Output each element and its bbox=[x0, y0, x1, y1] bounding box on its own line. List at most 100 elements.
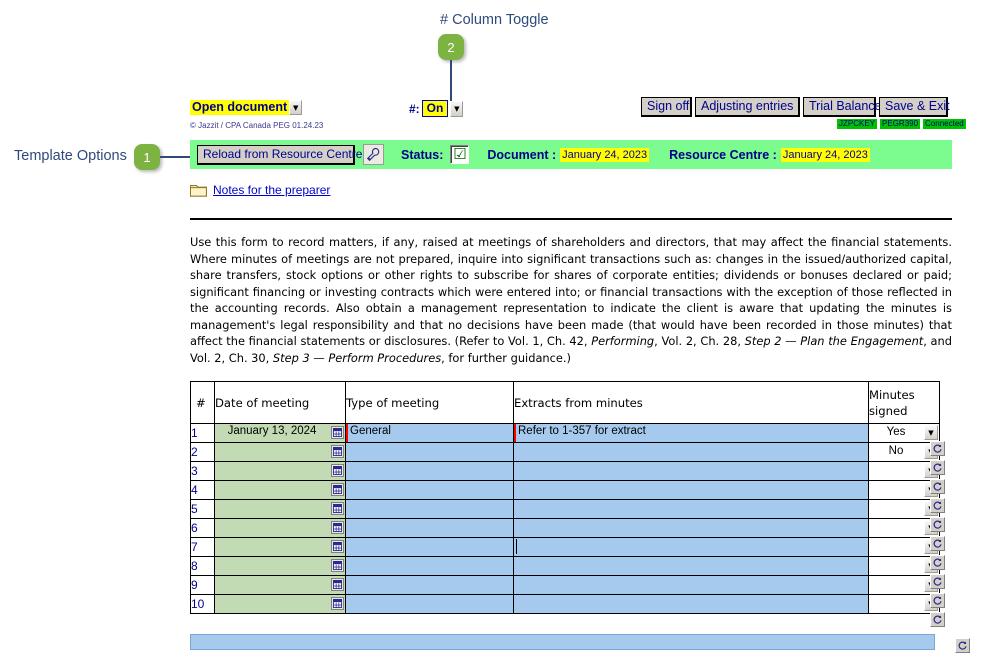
annotation-badge-1: 1 bbox=[134, 144, 160, 170]
row-refresh-button[interactable] bbox=[930, 555, 945, 570]
row-refresh-button[interactable] bbox=[930, 612, 945, 627]
hash-column-toggle[interactable]: #: On ▼ bbox=[409, 100, 464, 117]
minutes-signed-cell[interactable]: ▼ bbox=[868, 518, 940, 538]
type-of-meeting-cell[interactable]: General bbox=[345, 423, 514, 443]
table-row: 4▼ bbox=[190, 480, 940, 500]
extracts-value: Refer to 1-357 for extract bbox=[518, 425, 646, 437]
minutes-signed-cell[interactable]: ▼ bbox=[868, 499, 940, 519]
extracts-cell[interactable] bbox=[513, 537, 869, 557]
extracts-cell[interactable] bbox=[513, 575, 869, 595]
date-of-meeting-cell[interactable] bbox=[214, 518, 346, 538]
adjusting-entries-button[interactable]: Adjusting entries bbox=[695, 97, 800, 117]
chevron-down-icon[interactable]: ▼ bbox=[289, 100, 303, 115]
sign-off-button[interactable]: Sign off bbox=[641, 97, 692, 117]
template-options-bar: Reload from Resource Centre Status: ☑ Do… bbox=[190, 140, 952, 169]
wrench-icon[interactable] bbox=[363, 144, 384, 165]
reload-from-resource-centre-button[interactable]: Reload from Resource Centre bbox=[197, 144, 362, 165]
row-refresh-button[interactable] bbox=[930, 517, 945, 532]
col-header-number: # bbox=[190, 381, 215, 424]
type-of-meeting-cell[interactable] bbox=[345, 480, 514, 500]
row-number-cell: 1 bbox=[190, 423, 215, 443]
hash-toggle-value[interactable]: On bbox=[421, 100, 449, 117]
open-document-dropdown[interactable]: Open document ▼ bbox=[190, 100, 303, 115]
extracts-cell[interactable] bbox=[513, 556, 869, 576]
row-refresh-button[interactable] bbox=[930, 536, 945, 551]
date-of-meeting-cell[interactable] bbox=[214, 575, 346, 595]
minutes-signed-cell[interactable]: No▼ bbox=[868, 442, 940, 462]
type-of-meeting-cell[interactable] bbox=[345, 442, 514, 462]
date-of-meeting-cell[interactable] bbox=[214, 442, 346, 462]
row-refresh-button[interactable] bbox=[930, 593, 945, 608]
row-refresh-button[interactable] bbox=[930, 460, 945, 475]
date-of-meeting-cell[interactable] bbox=[214, 480, 346, 500]
type-of-meeting-cell[interactable] bbox=[345, 575, 514, 595]
save-exit-button[interactable]: Save & Exit bbox=[879, 97, 950, 117]
calendar-icon[interactable] bbox=[331, 578, 344, 591]
minutes-signed-cell[interactable]: Yes ▼ bbox=[868, 423, 940, 443]
calendar-icon[interactable] bbox=[331, 464, 344, 477]
type-of-meeting-cell[interactable] bbox=[345, 556, 514, 576]
table-row: 2 No▼ bbox=[190, 442, 940, 462]
type-value: General bbox=[350, 425, 391, 437]
resource-centre-date-value: January 24, 2023 bbox=[780, 147, 870, 162]
row-refresh-button[interactable] bbox=[930, 479, 945, 494]
calendar-icon[interactable] bbox=[331, 426, 344, 439]
calendar-icon[interactable] bbox=[331, 483, 344, 496]
minutes-signed-cell[interactable]: ▼ bbox=[868, 461, 940, 481]
table-row: 5▼ bbox=[190, 499, 940, 519]
calendar-icon[interactable] bbox=[331, 540, 344, 553]
date-of-meeting-cell[interactable]: January 13, 2024 bbox=[214, 423, 346, 443]
date-of-meeting-cell[interactable] bbox=[214, 594, 346, 614]
status-checkbox[interactable]: ☑ bbox=[450, 145, 470, 164]
folder-icon bbox=[190, 183, 207, 197]
date-of-meeting-cell[interactable] bbox=[214, 537, 346, 557]
trial-balance-button[interactable]: Trial Balance bbox=[803, 97, 882, 117]
row-refresh-button[interactable] bbox=[930, 498, 945, 513]
row-number-cell: 7 bbox=[190, 537, 215, 557]
document-date-value: January 24, 2023 bbox=[560, 147, 650, 162]
minutes-signed-cell[interactable]: ▼ bbox=[868, 594, 940, 614]
minutes-signed-cell[interactable]: ▼ bbox=[868, 575, 940, 595]
calendar-icon[interactable] bbox=[331, 597, 344, 610]
calendar-icon[interactable] bbox=[331, 521, 344, 534]
row-refresh-button[interactable] bbox=[930, 574, 945, 589]
resource-centre-date-label: Resource Centre : bbox=[669, 147, 777, 162]
calendar-icon[interactable] bbox=[331, 445, 344, 458]
minutes-signed-cell[interactable]: ▼ bbox=[868, 556, 940, 576]
date-of-meeting-cell[interactable] bbox=[214, 461, 346, 481]
calendar-icon[interactable] bbox=[331, 559, 344, 572]
document-date-label: Document : bbox=[487, 147, 557, 162]
minutes-table: # Date of meeting Type of meeting Extrac… bbox=[190, 381, 940, 614]
type-of-meeting-cell[interactable] bbox=[345, 537, 514, 557]
instructions-paragraph: Use this form to record matters, if any,… bbox=[190, 235, 952, 365]
col-header-extracts: Extracts from minutes bbox=[513, 381, 869, 424]
type-of-meeting-cell[interactable] bbox=[345, 461, 514, 481]
row-number-cell: 2 bbox=[190, 442, 215, 462]
date-of-meeting-cell[interactable] bbox=[214, 499, 346, 519]
table-row: 3▼ bbox=[190, 461, 940, 481]
minutes-signed-line2: signed bbox=[869, 403, 908, 418]
extracts-cell[interactable] bbox=[513, 461, 869, 481]
extracts-cell[interactable]: Refer to 1-357 for extract bbox=[513, 423, 869, 443]
type-of-meeting-cell[interactable] bbox=[345, 518, 514, 538]
calendar-icon[interactable] bbox=[331, 502, 344, 515]
type-of-meeting-cell[interactable] bbox=[345, 594, 514, 614]
minutes-signed-cell[interactable]: ▼ bbox=[868, 480, 940, 500]
extracts-cell[interactable] bbox=[513, 499, 869, 519]
chevron-down-icon[interactable]: ▼ bbox=[450, 100, 464, 117]
row-refresh-button-column bbox=[930, 441, 945, 631]
chevron-down-icon[interactable]: ▼ bbox=[924, 425, 938, 440]
extracts-cell[interactable] bbox=[513, 518, 869, 538]
row-refresh-button[interactable] bbox=[930, 441, 945, 456]
extracts-cell[interactable] bbox=[513, 594, 869, 614]
col-header-minutes-signed: Minutes signed bbox=[868, 381, 940, 424]
extracts-cell[interactable] bbox=[513, 442, 869, 462]
hash-label: #: bbox=[409, 101, 420, 116]
notes-for-preparer-link[interactable]: Notes for the preparer bbox=[190, 183, 330, 197]
footer-refresh-button[interactable] bbox=[955, 638, 970, 653]
row-number-cell: 3 bbox=[190, 461, 215, 481]
minutes-signed-cell[interactable]: ▼ bbox=[868, 537, 940, 557]
extracts-cell[interactable] bbox=[513, 480, 869, 500]
date-of-meeting-cell[interactable] bbox=[214, 556, 346, 576]
type-of-meeting-cell[interactable] bbox=[345, 499, 514, 519]
